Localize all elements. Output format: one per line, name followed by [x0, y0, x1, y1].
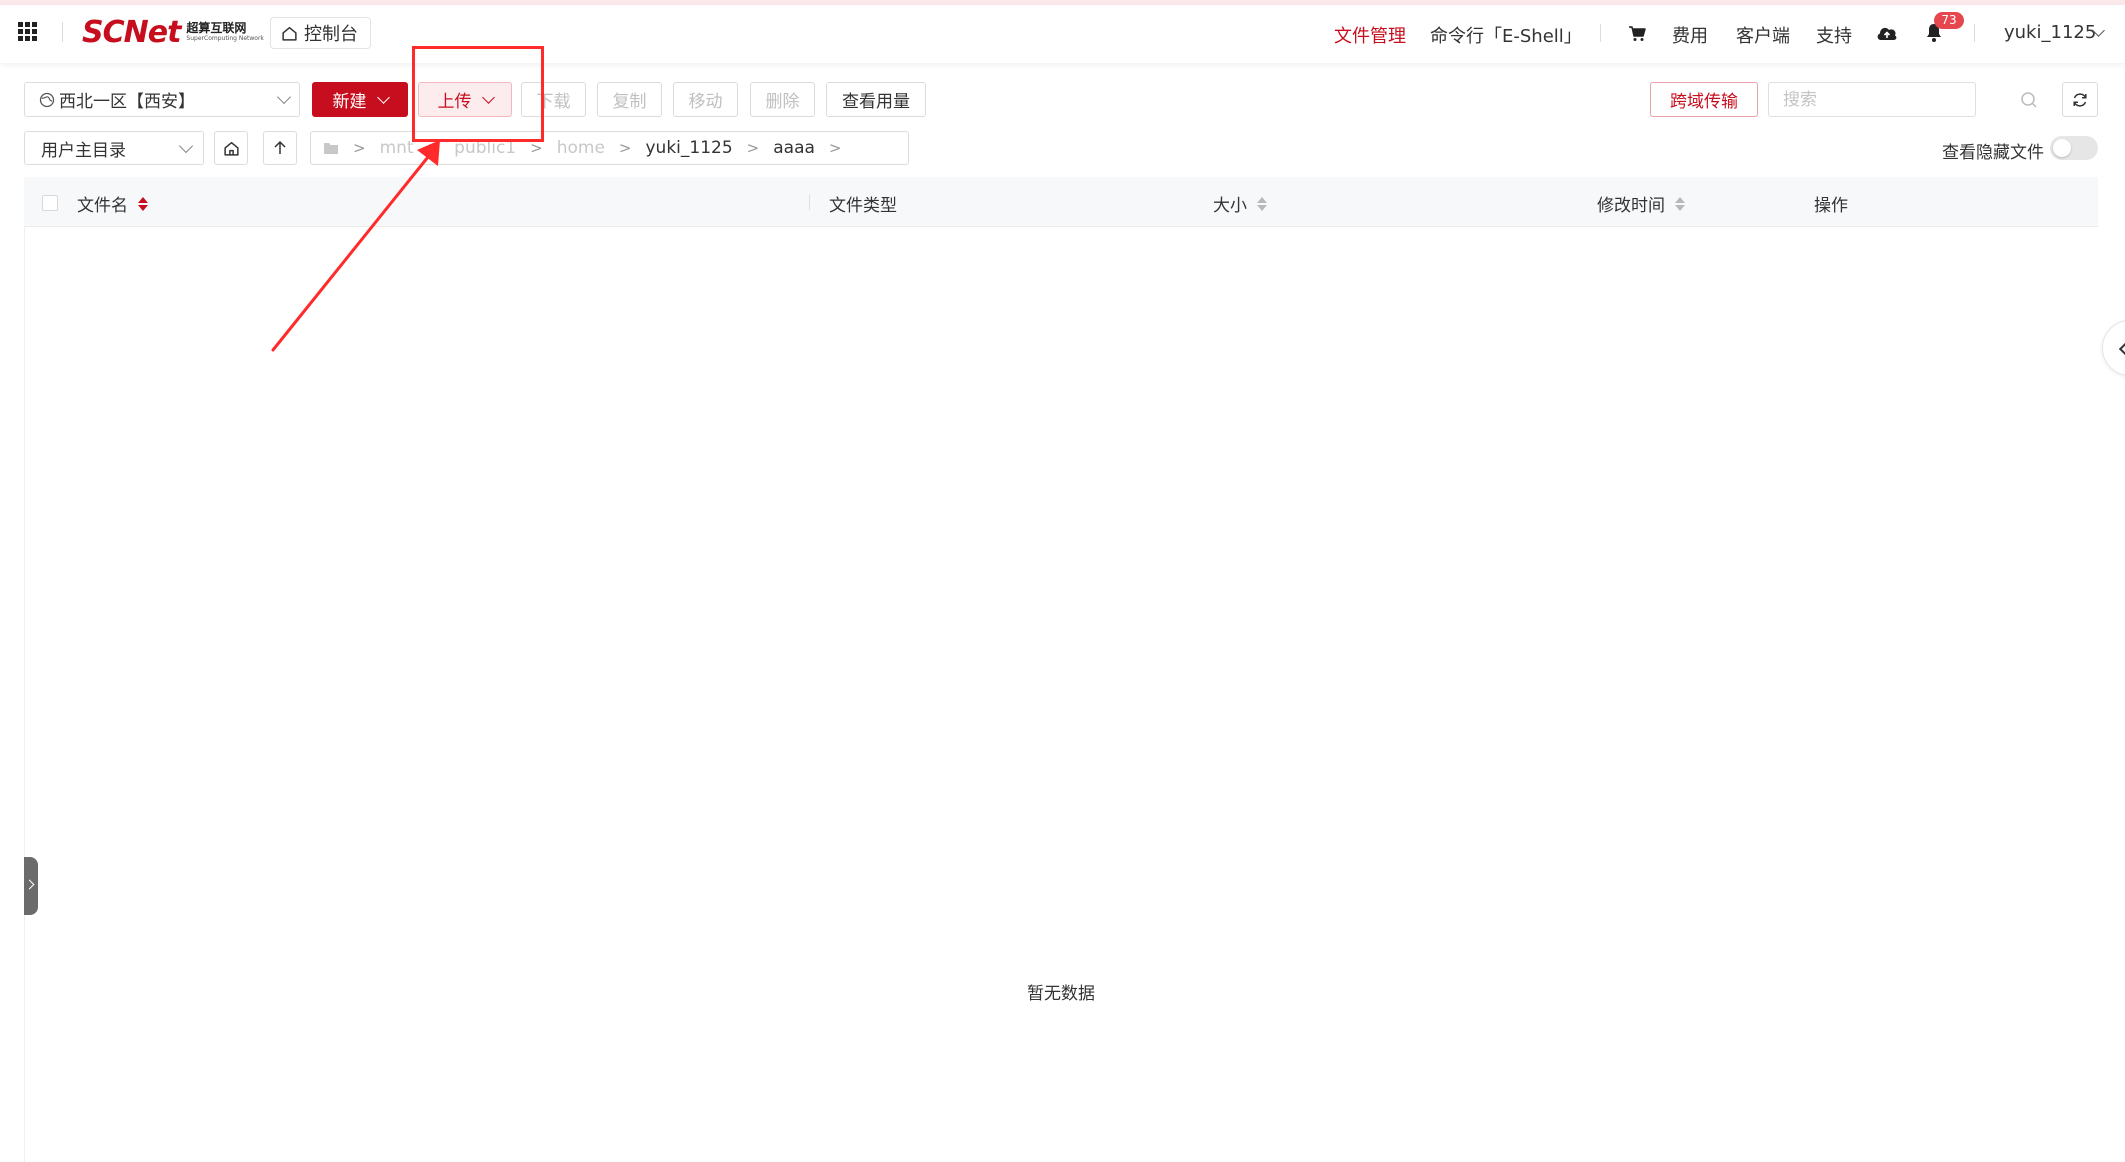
column-header-name[interactable]: 文件名	[77, 191, 148, 216]
show-hidden-files-toggle[interactable]	[2050, 136, 2098, 160]
copy-button[interactable]: 复制	[597, 82, 662, 117]
breadcrumb-item[interactable]: aaaa	[773, 138, 815, 158]
refresh-icon	[2073, 92, 2087, 107]
breadcrumb-item[interactable]: mnt	[380, 138, 414, 158]
view-usage-button[interactable]: 查看用量	[826, 82, 926, 117]
breadcrumb-separator: >	[828, 139, 842, 157]
column-header-actions: 操作	[1814, 196, 1848, 216]
refresh-button[interactable]	[2062, 82, 2098, 117]
column-header-mtime[interactable]: 修改时间	[1597, 191, 1685, 216]
console-button[interactable]: 控制台	[270, 17, 371, 49]
user-menu[interactable]: yuki_1125	[2004, 22, 2096, 43]
cloud-upload-icon[interactable]	[1876, 24, 1898, 42]
region-select[interactable]: 西北一区【西安】	[24, 82, 300, 117]
new-button-label: 新建	[332, 92, 367, 112]
breadcrumb-item[interactable]: yuki_1125	[645, 138, 732, 158]
move-button[interactable]: 移动	[673, 82, 738, 117]
expand-left-panel-handle[interactable]	[24, 857, 38, 915]
nav-fees[interactable]: 费用	[1672, 22, 1708, 48]
column-name-label: 文件名	[77, 196, 128, 216]
breadcrumb: > mnt > public1 > home > yuki_1125 > aaa…	[310, 131, 909, 165]
column-divider[interactable]	[809, 194, 810, 210]
nav-file-manager[interactable]: 文件管理	[1334, 22, 1406, 48]
search-input[interactable]	[1768, 82, 1976, 117]
sort-icon[interactable]	[1257, 196, 1267, 211]
breadcrumb-separator: >	[353, 139, 366, 157]
show-hidden-files-label: 查看隐藏文件	[1942, 143, 2044, 163]
console-label: 控制台	[304, 24, 358, 45]
nav-support[interactable]: 支持	[1816, 22, 1852, 48]
divider	[1600, 24, 1601, 42]
nav-eshell[interactable]: 命令行「E-Shell」	[1430, 22, 1582, 48]
go-home-button[interactable]	[214, 131, 248, 165]
home-icon	[223, 141, 239, 156]
arrow-up-icon	[274, 140, 286, 154]
annotation-highlight-box	[412, 46, 544, 142]
column-size-label: 大小	[1213, 196, 1247, 216]
directory-select[interactable]: 用户主目录	[24, 131, 204, 165]
region-icon	[39, 92, 55, 107]
notification-badge: 73	[1934, 12, 1964, 29]
select-all-checkbox[interactable]	[42, 195, 58, 211]
cross-domain-transfer-button[interactable]: 跨域传输	[1650, 82, 1758, 117]
go-up-button[interactable]	[263, 131, 297, 165]
nav-client[interactable]: 客户端	[1736, 22, 1790, 48]
sort-icon[interactable]	[1675, 196, 1685, 211]
app-grid-icon[interactable]	[18, 22, 38, 42]
region-value: 西北一区【西安】	[59, 92, 195, 112]
chevron-down-icon	[276, 89, 292, 105]
folder-icon[interactable]	[323, 142, 339, 155]
search-icon[interactable]	[2020, 91, 2038, 109]
column-header-type: 文件类型	[829, 196, 897, 216]
breadcrumb-item[interactable]: home	[557, 138, 605, 158]
directory-value: 用户主目录	[41, 140, 126, 161]
cart-icon[interactable]	[1628, 25, 1646, 42]
toggle-knob	[2053, 139, 2071, 157]
file-table-header: 文件名 文件类型 大小 修改时间 操作	[24, 177, 2098, 227]
column-header-size[interactable]: 大小	[1213, 191, 1267, 216]
sort-icon[interactable]	[138, 196, 148, 211]
divider	[1974, 24, 1975, 42]
brand-cn-name: 超算互联网	[186, 21, 247, 35]
empty-state-text: 暂无数据	[1027, 984, 1095, 1004]
brand-logo[interactable]: SCNet 超算互联网 SuperComputing Network	[82, 14, 264, 50]
column-mtime-label: 修改时间	[1597, 196, 1665, 216]
breadcrumb-separator: >	[746, 139, 760, 157]
divider	[62, 22, 63, 42]
brand-name: SCNet	[82, 14, 181, 50]
breadcrumb-separator: >	[618, 139, 632, 157]
home-icon	[282, 26, 297, 41]
delete-button[interactable]: 删除	[750, 82, 815, 117]
chevron-down-icon	[178, 138, 194, 153]
chevron-down-icon	[376, 90, 390, 104]
new-button[interactable]: 新建	[312, 82, 408, 117]
brand-en-name: SuperComputing Network	[186, 35, 264, 42]
collapse-right-panel-handle[interactable]	[2102, 320, 2125, 376]
table-left-border	[24, 227, 25, 1162]
